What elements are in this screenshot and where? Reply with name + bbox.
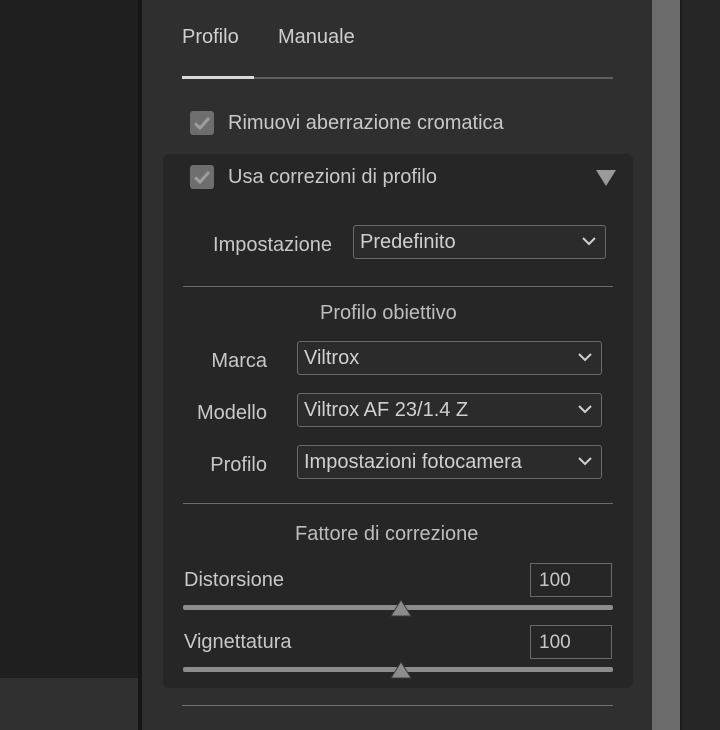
divider (183, 503, 613, 504)
tab-active-indicator (182, 76, 254, 79)
make-value: Viltrox (304, 347, 360, 369)
check-icon (193, 170, 211, 185)
chevron-down-icon (582, 237, 596, 246)
distortion-input[interactable]: 100 (530, 563, 612, 597)
chromatic-aberration-label: Rimuovi aberrazione cromatica (228, 112, 504, 134)
vignetting-label: Vignettatura (184, 631, 292, 653)
check-icon (193, 116, 211, 131)
model-value: Viltrox AF 23/1.4 Z (304, 399, 469, 421)
model-label: Modello (196, 402, 267, 424)
slider-thumb-icon[interactable] (390, 661, 412, 679)
setting-select[interactable]: Predefinito (353, 225, 606, 259)
setting-label: Impostazione (213, 234, 332, 256)
slider-thumb-icon[interactable] (390, 599, 412, 617)
lens-profile-title: Profilo obiettivo (320, 302, 457, 324)
chevron-down-icon (578, 405, 592, 414)
profile-correction-label: Usa correzioni di profilo (228, 166, 437, 188)
divider (183, 286, 613, 287)
make-select[interactable]: Viltrox (297, 341, 602, 375)
profile-correction-checkbox[interactable] (190, 165, 214, 189)
distortion-label: Distorsione (184, 569, 285, 591)
panel-scrollbar[interactable] (652, 0, 680, 730)
image-canvas (0, 0, 138, 678)
chromatic-aberration-checkbox[interactable] (190, 111, 214, 135)
tab-profilo[interactable]: Profilo (182, 26, 239, 49)
right-edge (680, 0, 720, 730)
vignetting-input[interactable]: 100 (530, 625, 612, 659)
model-select[interactable]: Viltrox AF 23/1.4 Z (297, 393, 602, 427)
tab-manuale[interactable]: Manuale (278, 26, 355, 49)
divider (182, 705, 613, 706)
setting-value: Predefinito (360, 231, 456, 253)
profile-label: Profilo (210, 454, 267, 476)
profile-select[interactable]: Impostazioni fotocamera (297, 445, 602, 479)
chevron-down-icon (578, 457, 592, 466)
correction-factor-title: Fattore di correzione (295, 523, 479, 545)
filmstrip-area (0, 678, 138, 730)
triangle-down-icon[interactable] (596, 170, 616, 186)
make-label: Marca (211, 350, 267, 372)
profile-value: Impostazioni fotocamera (304, 451, 522, 473)
chevron-down-icon (578, 353, 592, 362)
